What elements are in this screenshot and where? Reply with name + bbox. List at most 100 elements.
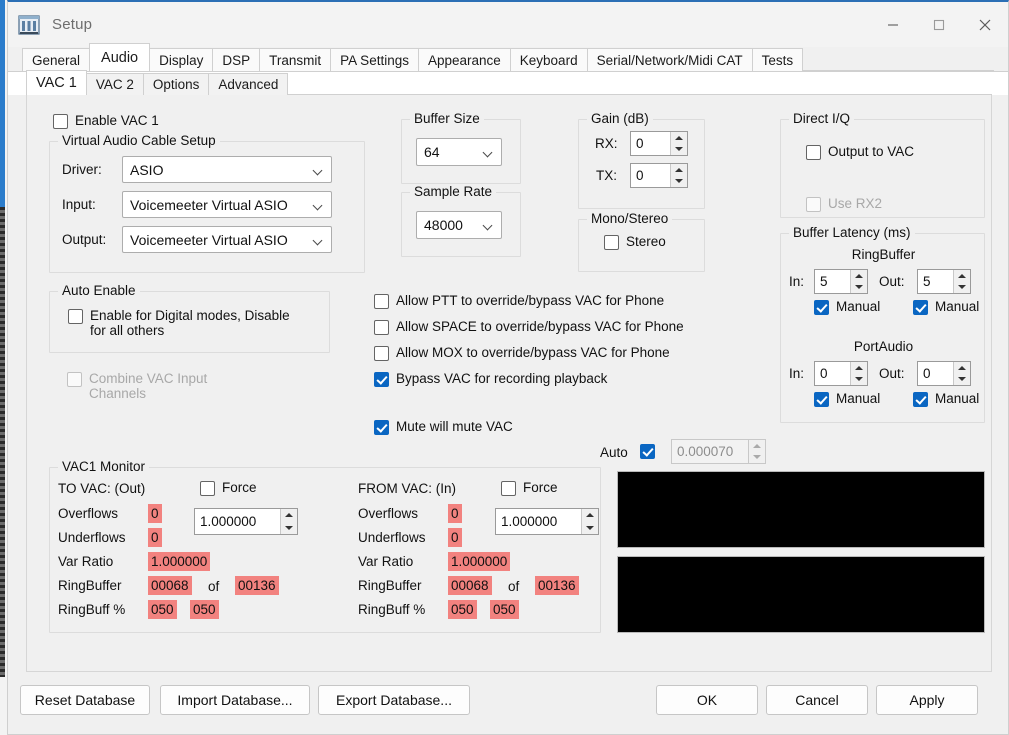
spinner-down-icon[interactable] — [671, 144, 687, 156]
output-combobox[interactable]: Voicemeeter Virtual ASIO — [122, 226, 332, 253]
tab-appearance[interactable]: Appearance — [418, 48, 511, 71]
sample-rate-combobox[interactable]: 48000 — [416, 211, 502, 239]
spinner-down-icon[interactable] — [582, 522, 598, 535]
from-vac-ratio-spinner[interactable]: 1.000000 — [495, 508, 599, 535]
export-database-button[interactable]: Export Database... — [318, 685, 470, 715]
direct-iq-use-rx2-checkbox[interactable]: Use RX2 — [806, 196, 882, 212]
to-vac-underflows-label: Underflows — [58, 530, 126, 545]
spinner-up-icon[interactable] — [671, 164, 687, 176]
spinner-buttons[interactable] — [748, 440, 765, 463]
ok-button[interactable]: OK — [656, 685, 758, 715]
auto-rate-spinner[interactable]: 0.000070 — [671, 439, 766, 464]
from-vac-force-checkbox[interactable]: Force — [501, 480, 558, 496]
background-texture-bar — [0, 207, 5, 677]
auto-enable-label: Enable for Digital modes, Disable for al… — [90, 308, 290, 338]
gain-rx-spinner[interactable]: 0 — [630, 131, 688, 156]
spinner-up-icon[interactable] — [582, 509, 598, 522]
checkbox-box — [814, 300, 829, 315]
from-vac-ringbuffer-max: 00136 — [535, 576, 579, 595]
stereo-checkbox[interactable]: Stereo — [604, 234, 666, 250]
spinner-down-icon[interactable] — [851, 282, 867, 294]
spinner-buttons[interactable] — [581, 509, 598, 534]
apply-button[interactable]: Apply — [876, 685, 978, 715]
subtab-vac-2[interactable]: VAC 2 — [86, 73, 144, 95]
spinner-down-icon[interactable] — [749, 452, 765, 464]
tab-dsp[interactable]: DSP — [212, 48, 260, 71]
spinner-down-icon[interactable] — [954, 374, 970, 386]
spinner-down-icon[interactable] — [954, 282, 970, 294]
spinner-down-icon[interactable] — [281, 522, 297, 535]
spinner-down-icon[interactable] — [851, 374, 867, 386]
minimize-button[interactable] — [870, 2, 916, 47]
checkbox-box — [374, 420, 389, 435]
spinner-buttons[interactable] — [850, 270, 867, 293]
bypass-vac-recording-playback-checkbox[interactable]: Bypass VAC for recording playback — [374, 371, 607, 387]
close-button[interactable] — [962, 2, 1008, 47]
enable-vac1-checkbox[interactable]: Enable VAC 1 — [53, 113, 159, 129]
ringbuffer-in-manual-label: Manual — [836, 299, 880, 314]
virtual-audio-cable-setup-group: Virtual Audio Cable Setup Driver: ASIO I… — [49, 141, 365, 273]
tab-serial-network-midi-cat[interactable]: Serial/Network/Midi CAT — [587, 48, 753, 71]
spinner-up-icon[interactable] — [851, 270, 867, 282]
maximize-button[interactable] — [916, 2, 962, 47]
main-tab-strip: General Audio Display DSP Transmit PA Se… — [8, 47, 1008, 71]
portaudio-out-manual-checkbox[interactable]: Manual — [913, 391, 979, 407]
direct-iq-output-to-vac-checkbox[interactable]: Output to VAC — [806, 144, 914, 160]
allow-space-override-checkbox[interactable]: Allow SPACE to override/bypass VAC for P… — [374, 319, 684, 335]
to-vac-ratio-spinner[interactable]: 1.000000 — [194, 508, 298, 535]
spinner-up-icon[interactable] — [671, 132, 687, 144]
spinner-buttons[interactable] — [670, 132, 687, 155]
spinner-up-icon[interactable] — [954, 362, 970, 374]
mute-will-mute-vac-checkbox[interactable]: Mute will mute VAC — [374, 419, 513, 435]
mono-stereo-group: Mono/Stereo Stereo — [578, 219, 705, 272]
buffer-size-combobox[interactable]: 64 — [416, 138, 502, 166]
spinner-buttons[interactable] — [953, 362, 970, 385]
subtab-options[interactable]: Options — [143, 73, 210, 95]
allow-mox-override-checkbox[interactable]: Allow MOX to override/bypass VAC for Pho… — [374, 345, 670, 361]
tab-keyboard[interactable]: Keyboard — [510, 48, 588, 71]
driver-combobox[interactable]: ASIO — [122, 156, 332, 183]
spinner-buttons[interactable] — [953, 270, 970, 293]
ringbuffer-out-spinner[interactable]: 5 — [917, 269, 971, 294]
tab-transmit[interactable]: Transmit — [259, 48, 331, 71]
spinner-buttons[interactable] — [280, 509, 297, 534]
to-vac-force-checkbox[interactable]: Force — [200, 480, 257, 496]
combine-vac-input-channels-checkbox[interactable]: Combine VAC Input Channels — [67, 371, 267, 401]
output-label: Output: — [62, 232, 106, 247]
spinner-down-icon[interactable] — [671, 176, 687, 188]
stereo-label: Stereo — [626, 234, 666, 249]
tab-general[interactable]: General — [22, 48, 90, 71]
buffer-size-group: Buffer Size 64 — [401, 119, 521, 184]
reset-database-button[interactable]: Reset Database — [20, 685, 150, 715]
tab-audio[interactable]: Audio — [89, 43, 150, 71]
spinner-buttons[interactable] — [670, 164, 687, 187]
auto-enable-digital-modes-checkbox[interactable]: Enable for Digital modes, Disable for al… — [68, 308, 308, 338]
ringbuffer-in-spinner[interactable]: 5 — [814, 269, 868, 294]
ringbuffer-in-manual-checkbox[interactable]: Manual — [814, 299, 880, 315]
spinner-up-icon[interactable] — [954, 270, 970, 282]
input-combobox[interactable]: Voicemeeter Virtual ASIO — [122, 191, 332, 218]
spinner-up-icon[interactable] — [851, 362, 867, 374]
to-vac-overflows-value: 0 — [148, 504, 162, 523]
portaudio-in-spinner[interactable]: 0 — [814, 361, 868, 386]
portaudio-title: PortAudio — [781, 339, 986, 354]
allow-mox-label: Allow MOX to override/bypass VAC for Pho… — [396, 345, 670, 360]
tab-tests[interactable]: Tests — [752, 48, 804, 71]
portaudio-in-manual-checkbox[interactable]: Manual — [814, 391, 880, 407]
tab-pa-settings[interactable]: PA Settings — [330, 48, 419, 71]
portaudio-out-spinner[interactable]: 0 — [917, 361, 971, 386]
subtab-advanced[interactable]: Advanced — [208, 73, 288, 95]
cancel-button[interactable]: Cancel — [766, 685, 868, 715]
auto-rate-value: 0.000070 — [672, 444, 748, 459]
auto-rate-checkbox[interactable] — [640, 443, 655, 459]
to-vac-ringbuffpct-a: 050 — [148, 600, 177, 619]
tab-display[interactable]: Display — [149, 48, 213, 71]
allow-ptt-override-checkbox[interactable]: Allow PTT to override/bypass VAC for Pho… — [374, 293, 664, 309]
spinner-up-icon[interactable] — [749, 440, 765, 452]
subtab-vac-1[interactable]: VAC 1 — [26, 70, 87, 95]
import-database-button[interactable]: Import Database... — [160, 685, 310, 715]
ringbuffer-out-manual-checkbox[interactable]: Manual — [913, 299, 979, 315]
spinner-buttons[interactable] — [850, 362, 867, 385]
gain-tx-spinner[interactable]: 0 — [630, 163, 688, 188]
spinner-up-icon[interactable] — [281, 509, 297, 522]
